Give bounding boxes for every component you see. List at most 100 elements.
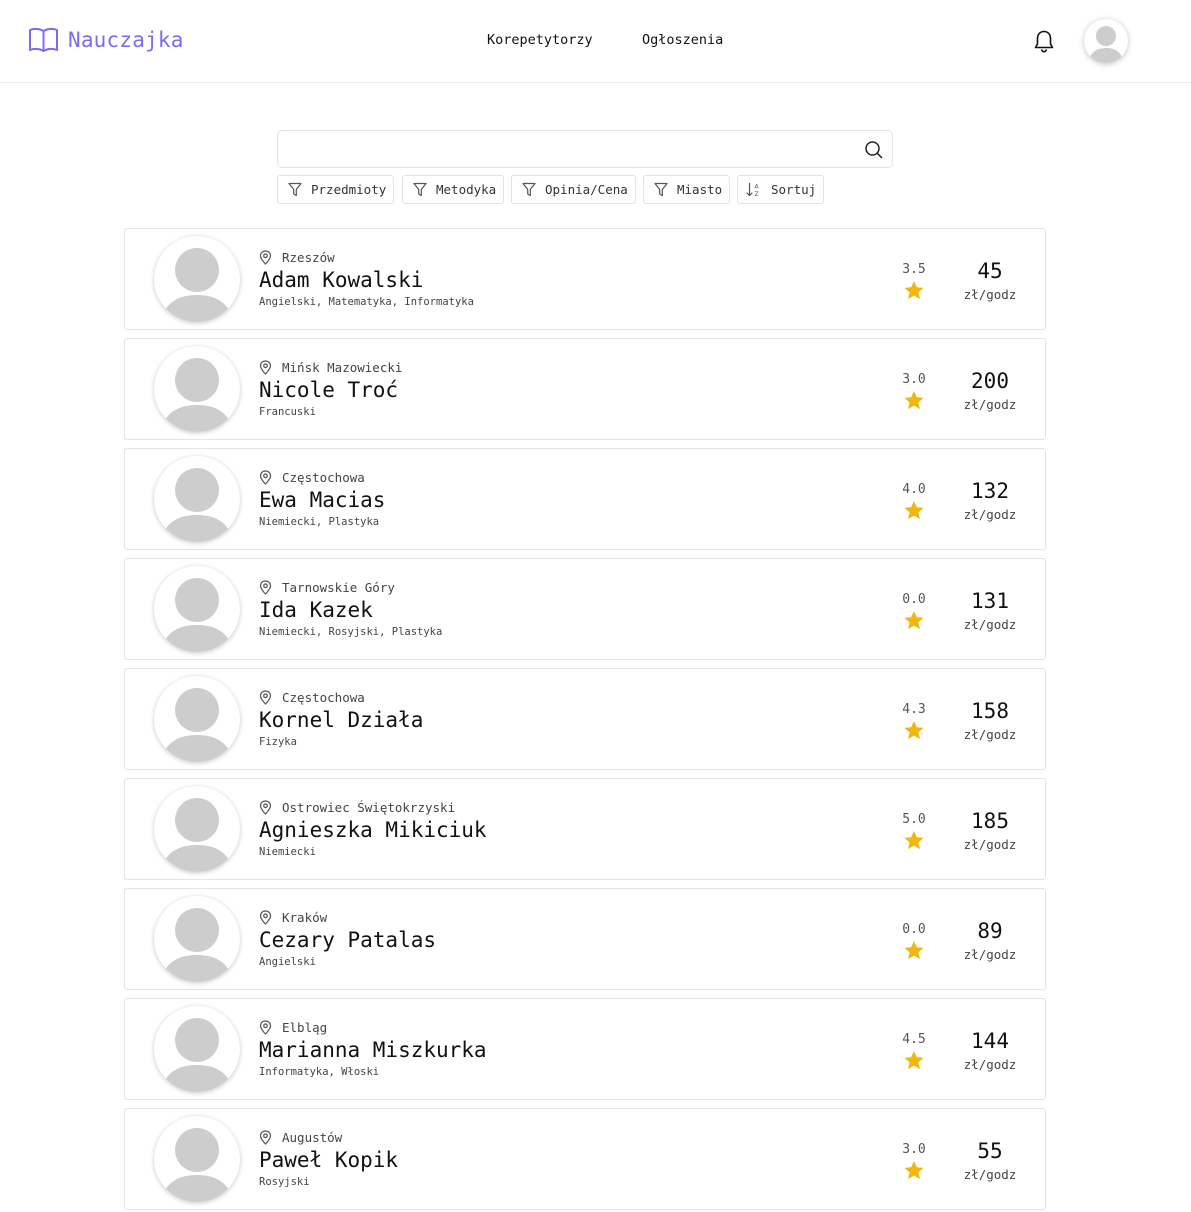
filter-label: Opinia/Cena xyxy=(545,182,628,197)
map-pin-icon xyxy=(259,580,272,595)
tutor-name[interactable]: Adam Kowalski xyxy=(259,268,423,292)
filter-przedmioty-button[interactable]: Przedmioty xyxy=(277,175,394,204)
filter-icon xyxy=(288,182,302,197)
filter-miasto-button[interactable]: Miasto xyxy=(643,175,730,204)
tutor-card[interactable]: Częstochowa Kornel Działa Fizyka 4.3 158… xyxy=(124,668,1046,770)
tutor-avatar xyxy=(154,676,240,762)
sort-button[interactable]: A Z Sortuj xyxy=(737,175,824,204)
star-icon xyxy=(904,1161,924,1180)
tutor-subjects: Informatyka, Włoski xyxy=(259,1066,380,1078)
tutor-rating: 4.5 xyxy=(902,1032,926,1047)
tutor-city: Tarnowskie Góry xyxy=(282,580,395,595)
filter-label: Przedmioty xyxy=(311,182,387,197)
tutor-card[interactable]: Tarnowskie Góry Ida Kazek Niemiecki, Ros… xyxy=(124,558,1046,660)
tutor-city: Augustów xyxy=(282,1130,343,1145)
tutor-avatar xyxy=(154,566,240,652)
tutor-subjects: Rosyjski xyxy=(259,1176,310,1188)
tutor-card[interactable]: Mińsk Mazowiecki Nicole Troć Francuski 3… xyxy=(124,338,1046,440)
tutor-card[interactable]: Augustów Paweł Kopik Rosyjski 3.0 55 zł/… xyxy=(124,1108,1046,1210)
tutor-price: 131 xyxy=(971,589,1009,613)
tutor-price: 89 xyxy=(977,919,1003,943)
bell-icon[interactable] xyxy=(1032,28,1056,54)
tutor-subjects: Niemiecki, Plastyka xyxy=(259,516,380,528)
tutor-card[interactable]: Ostrowiec Świętokrzyski Agnieszka Mikici… xyxy=(124,778,1046,880)
avatar-placeholder-icon xyxy=(1088,26,1124,63)
filter-metodyka-button[interactable]: Metodyka xyxy=(402,175,504,204)
tutor-rating: 4.3 xyxy=(902,702,926,717)
tutor-price-unit: zł/godz xyxy=(963,837,1017,852)
tutor-price-unit: zł/godz xyxy=(963,397,1017,412)
tutor-subjects: Francuski xyxy=(259,406,316,418)
nav-link-ogloszenia[interactable]: Ogłoszenia xyxy=(642,32,723,48)
tutor-subjects: Fizyka xyxy=(259,736,297,748)
map-pin-icon xyxy=(259,910,272,925)
avatar-placeholder-icon xyxy=(161,688,233,762)
tutor-rating: 3.5 xyxy=(902,262,926,277)
filter-label: Metodyka xyxy=(436,182,497,197)
tutor-name[interactable]: Marianna Miszkurka xyxy=(259,1038,487,1062)
filter-label: Miasto xyxy=(677,182,723,197)
app-name: Nauczajka xyxy=(68,28,184,52)
tutor-card[interactable]: Elbląg Marianna Miszkurka Informatyka, W… xyxy=(124,998,1046,1100)
avatar-placeholder-icon xyxy=(161,468,233,542)
tutor-card[interactable]: Kraków Cezary Patalas Angielski 0.0 89 z… xyxy=(124,888,1046,990)
nav-link-korepetytorzy[interactable]: Korepetytorzy xyxy=(487,32,593,48)
star-icon xyxy=(904,501,924,520)
tutor-subjects: Angielski, Matematyka, Informatyka xyxy=(259,296,474,308)
book-icon xyxy=(29,27,58,52)
tutor-price: 158 xyxy=(971,699,1009,723)
tutor-name[interactable]: Paweł Kopik xyxy=(259,1148,398,1172)
user-avatar[interactable] xyxy=(1084,19,1128,63)
tutor-city: Częstochowa xyxy=(282,470,365,485)
tutor-city: Mińsk Mazowiecki xyxy=(282,360,403,375)
filter-icon xyxy=(413,182,427,197)
filter-icon xyxy=(654,182,668,197)
tutor-avatar xyxy=(154,1116,240,1202)
map-pin-icon xyxy=(259,1130,272,1145)
avatar-placeholder-icon xyxy=(161,1128,233,1202)
avatar-placeholder-icon xyxy=(161,798,233,872)
search-icon[interactable] xyxy=(864,140,884,160)
filter-icon xyxy=(522,182,536,197)
star-icon xyxy=(904,831,924,850)
tutor-city: Rzeszów xyxy=(282,250,335,265)
tutor-location: Elbląg xyxy=(259,1020,327,1035)
tutor-city: Ostrowiec Świętokrzyski xyxy=(282,800,456,815)
tutor-price: 185 xyxy=(971,809,1009,833)
tutor-price: 144 xyxy=(971,1029,1009,1053)
tutor-location: Częstochowa xyxy=(259,690,365,705)
tutor-name[interactable]: Ewa Macias xyxy=(259,488,385,512)
tutor-card[interactable]: Rzeszów Adam Kowalski Angielski, Matemat… xyxy=(124,228,1046,330)
avatar-placeholder-icon xyxy=(161,358,233,432)
map-pin-icon xyxy=(259,1020,272,1035)
map-pin-icon xyxy=(259,690,272,705)
tutor-name[interactable]: Cezary Patalas xyxy=(259,928,436,952)
tutor-subjects: Niemiecki xyxy=(259,846,316,858)
avatar-placeholder-icon xyxy=(161,248,233,322)
tutor-name[interactable]: Agnieszka Mikiciuk xyxy=(259,818,487,842)
tutor-rating: 0.0 xyxy=(902,592,926,607)
tutor-name[interactable]: Kornel Działa xyxy=(259,708,423,732)
tutor-location: Rzeszów xyxy=(259,250,335,265)
tutor-price: 200 xyxy=(971,369,1009,393)
logo[interactable]: Nauczajka xyxy=(28,26,184,54)
map-pin-icon xyxy=(259,250,272,265)
star-icon xyxy=(904,391,924,410)
tutor-location: Kraków xyxy=(259,910,327,925)
tutor-price-unit: zł/godz xyxy=(963,947,1017,962)
star-icon xyxy=(904,1051,924,1070)
star-icon xyxy=(904,941,924,960)
map-pin-icon xyxy=(259,470,272,485)
tutor-card[interactable]: Częstochowa Ewa Macias Niemiecki, Plasty… xyxy=(124,448,1046,550)
tutor-city: Kraków xyxy=(282,910,328,925)
search-input[interactable] xyxy=(277,130,893,168)
tutor-name[interactable]: Nicole Troć xyxy=(259,378,398,402)
tutor-price-unit: zł/godz xyxy=(963,507,1017,522)
tutor-price-unit: zł/godz xyxy=(963,287,1017,302)
map-pin-icon xyxy=(259,800,272,815)
tutor-avatar xyxy=(154,456,240,542)
top-navbar: Nauczajka Korepetytorzy Ogłoszenia xyxy=(0,0,1191,83)
filter-opinia-cena-button[interactable]: Opinia/Cena xyxy=(511,175,636,204)
tutor-name[interactable]: Ida Kazek xyxy=(259,598,373,622)
svg-text:Z: Z xyxy=(755,191,759,197)
